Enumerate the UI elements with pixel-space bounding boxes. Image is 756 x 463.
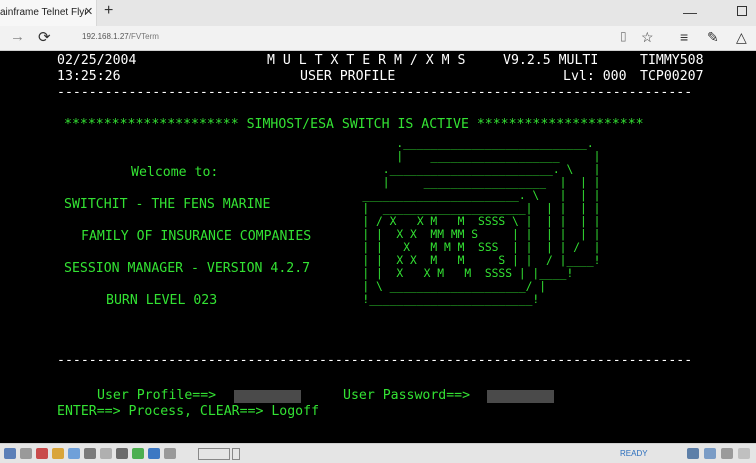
user-password-label: User Password==> [343,388,471,403]
app-icon-10[interactable] [148,448,160,459]
url-field[interactable]: 192.168.1.27/FVTerm [82,32,159,41]
hub-icon[interactable]: ≡ [680,29,688,45]
new-tab-icon[interactable]: + [104,2,113,20]
tab-title: ainframe Telnet Flynet [0,7,86,18]
tray-icon-1[interactable] [687,448,699,459]
header-system: M U L T X T E R M / X M S [267,53,466,68]
notes-pen-icon[interactable]: ✎ [707,29,719,46]
close-tab-icon[interactable]: ✕ [84,5,93,18]
share-icon[interactable]: △ [736,29,747,46]
back-arrow-icon[interactable]: → [10,28,25,45]
family-line: FAMILY OF INSURANCE COMPANIES [81,229,312,244]
refresh-icon[interactable]: ⟳ [38,28,51,46]
minimize-icon[interactable]: — [683,4,697,20]
app-icon-8[interactable] [116,448,128,459]
tray-icon-4[interactable] [738,448,750,459]
session-manager-line: SESSION MANAGER - VERSION 4.2.7 [64,261,311,276]
welcome-text: Welcome to: [131,165,219,180]
app-icon-3[interactable] [36,448,48,459]
user-profile-input[interactable] [234,390,301,403]
active-banner: ********************** SIMHOST/ESA SWITC… [64,117,644,132]
terminal-id: TCP00207 [640,69,704,84]
app-icon-1[interactable] [4,448,16,459]
app-icon-6[interactable] [84,448,96,459]
browser-tab[interactable]: ainframe Telnet Flynet ✕ [0,0,97,26]
function-key-help: ENTER==> Process, CLEAR==> Logoff [57,404,320,419]
browser-tab-bar: ainframe Telnet Flynet ✕ + — [0,0,756,26]
tray-indicator-1 [198,448,230,460]
favorite-star-icon[interactable]: ☆ [641,29,654,46]
app-icon-7[interactable] [100,448,112,459]
app-icon-4[interactable] [52,448,64,459]
tray-indicator-2 [232,448,240,460]
app-icon-2[interactable] [20,448,32,459]
app-icon-11[interactable] [164,448,176,459]
address-bar: → ⟳ 192.168.1.27/FVTerm ▯ ☆ ≡ ✎ △ [0,26,756,51]
maximize-icon[interactable] [737,6,747,16]
header-date: 02/25/2004 [57,53,137,68]
company-line: SWITCHIT - THE FENS MARINE [64,197,271,212]
taskbar: READY [0,443,756,463]
terminal-screen[interactable]: 02/25/2004 M U L T X T E R M / X M S V9.… [0,51,756,443]
tray-icon-3[interactable] [721,448,733,459]
user-profile-label: User Profile==> [97,388,217,403]
user-password-input[interactable] [487,390,554,403]
header-level: Lvl: 000 [563,69,627,84]
reading-view-icon[interactable]: ▯ [620,29,627,43]
header-time: 13:25:26 [57,69,121,84]
tray-icon-2[interactable] [704,448,716,459]
header-user: TIMMY508 [640,53,704,68]
burn-level-line: BURN LEVEL 023 [106,293,218,308]
app-icon-5[interactable] [68,448,80,459]
header-version: V9.2.5 MULTI [503,53,599,68]
separator-bottom: ----------------------------------------… [57,353,693,368]
status-ready: READY [620,449,648,458]
screen-title: USER PROFILE [300,69,396,84]
app-icon-9[interactable] [132,448,144,459]
xms-ascii-logo: .___________________________. | ________… [362,137,601,306]
separator-top: ----------------------------------------… [57,85,693,100]
